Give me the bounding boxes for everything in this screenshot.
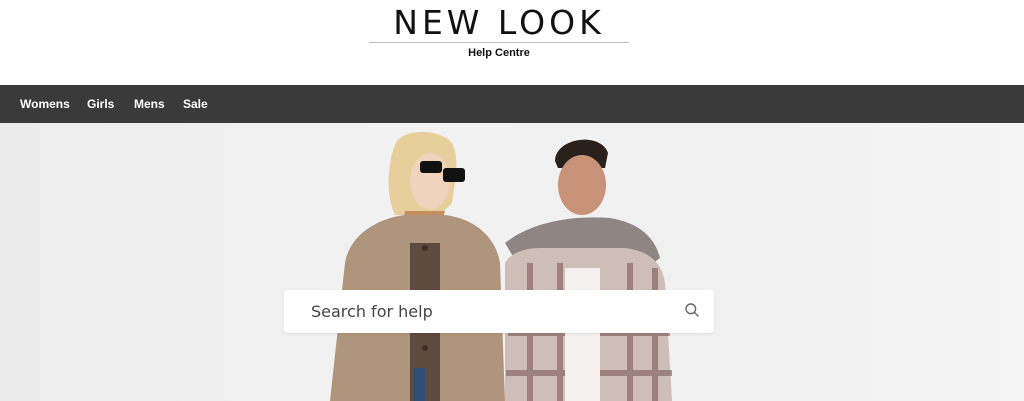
nav-item-womens[interactable]: Womens — [20, 85, 70, 123]
hero-banner — [0, 123, 1024, 401]
nav-item-mens[interactable]: Mens — [134, 85, 165, 123]
search-input[interactable] — [284, 290, 691, 333]
site-header: NEW LOOK Help Centre — [0, 0, 1024, 85]
man-model-figure — [505, 139, 672, 401]
logo-divider — [369, 42, 629, 43]
nav-item-girls[interactable]: Girls — [87, 85, 114, 123]
nav-item-sale[interactable]: Sale — [183, 85, 208, 123]
brand-logo[interactable]: NEW LOOK — [370, 3, 628, 43]
help-centre-label: Help Centre — [468, 47, 530, 59]
main-navigation: Womens Girls Mens Sale — [0, 85, 1024, 123]
hero-models-image — [330, 131, 672, 401]
search-icon[interactable] — [684, 302, 700, 318]
woman-model-figure — [330, 131, 505, 401]
search-bar — [284, 290, 714, 333]
